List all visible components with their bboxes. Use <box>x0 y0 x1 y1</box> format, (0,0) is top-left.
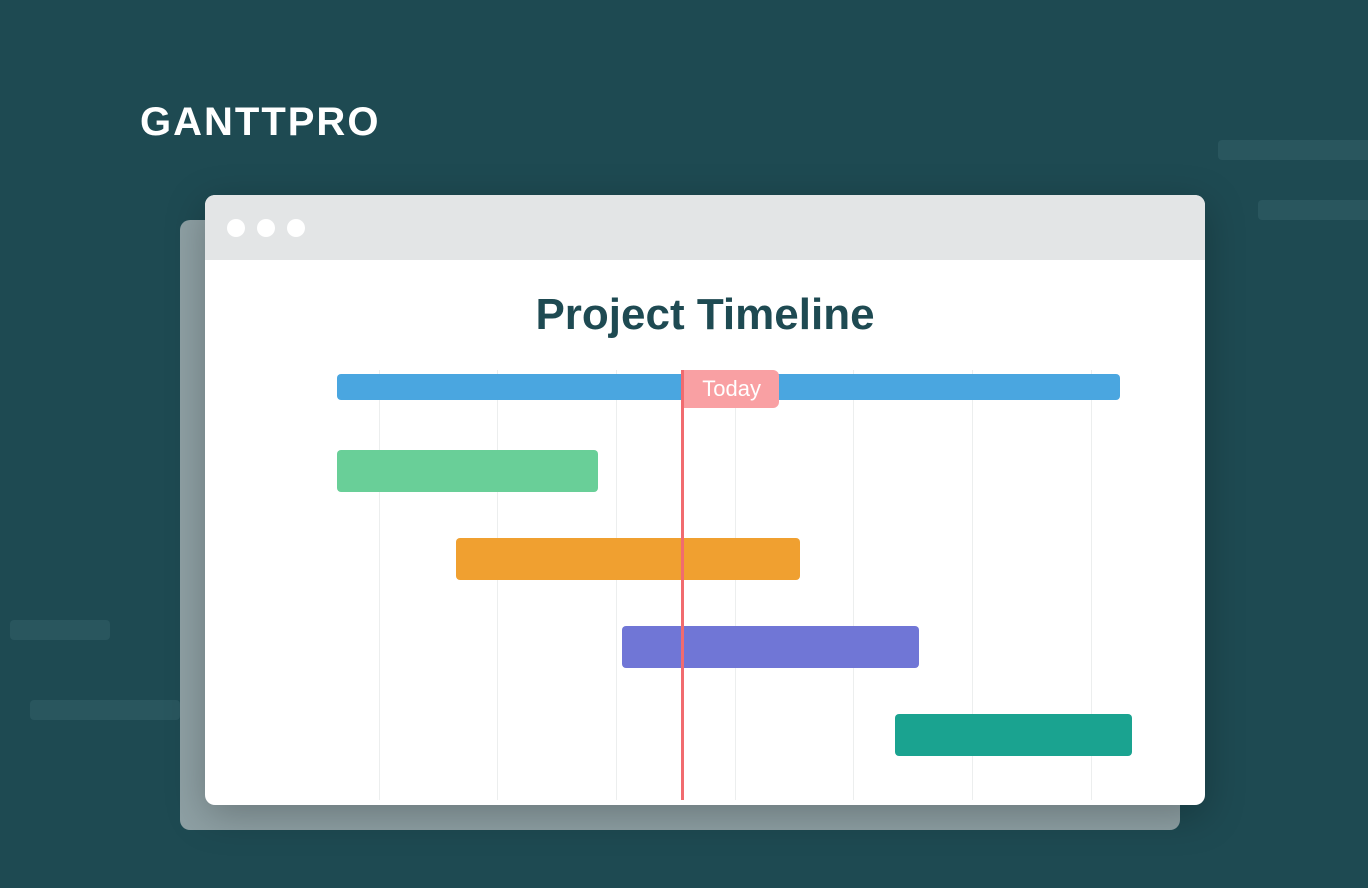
app-window: Project Timeline Today <box>205 195 1205 805</box>
brand-logo: GANTTPRO <box>140 100 380 145</box>
bg-decor <box>10 620 110 640</box>
gantt-bar[interactable] <box>895 714 1132 756</box>
window-title-bar <box>205 195 1205 260</box>
gridline <box>853 370 854 800</box>
gantt-canvas: Today <box>260 370 1150 800</box>
gridline <box>379 370 380 800</box>
bg-decor <box>1218 140 1368 160</box>
bg-decor <box>1258 200 1368 220</box>
window-dot-icon <box>227 219 245 237</box>
window-dot-icon <box>287 219 305 237</box>
gridline <box>616 370 617 800</box>
gantt-bar[interactable] <box>337 450 598 492</box>
gridline <box>497 370 498 800</box>
bg-decor <box>30 700 180 720</box>
chart-title: Project Timeline <box>260 290 1150 340</box>
window-dot-icon <box>257 219 275 237</box>
today-marker-line <box>681 370 684 800</box>
today-flag: Today <box>684 370 779 408</box>
gantt-bar[interactable] <box>622 626 919 668</box>
chart-area: Project Timeline Today <box>205 260 1205 805</box>
gantt-bar[interactable] <box>456 538 800 580</box>
gridline <box>735 370 736 800</box>
